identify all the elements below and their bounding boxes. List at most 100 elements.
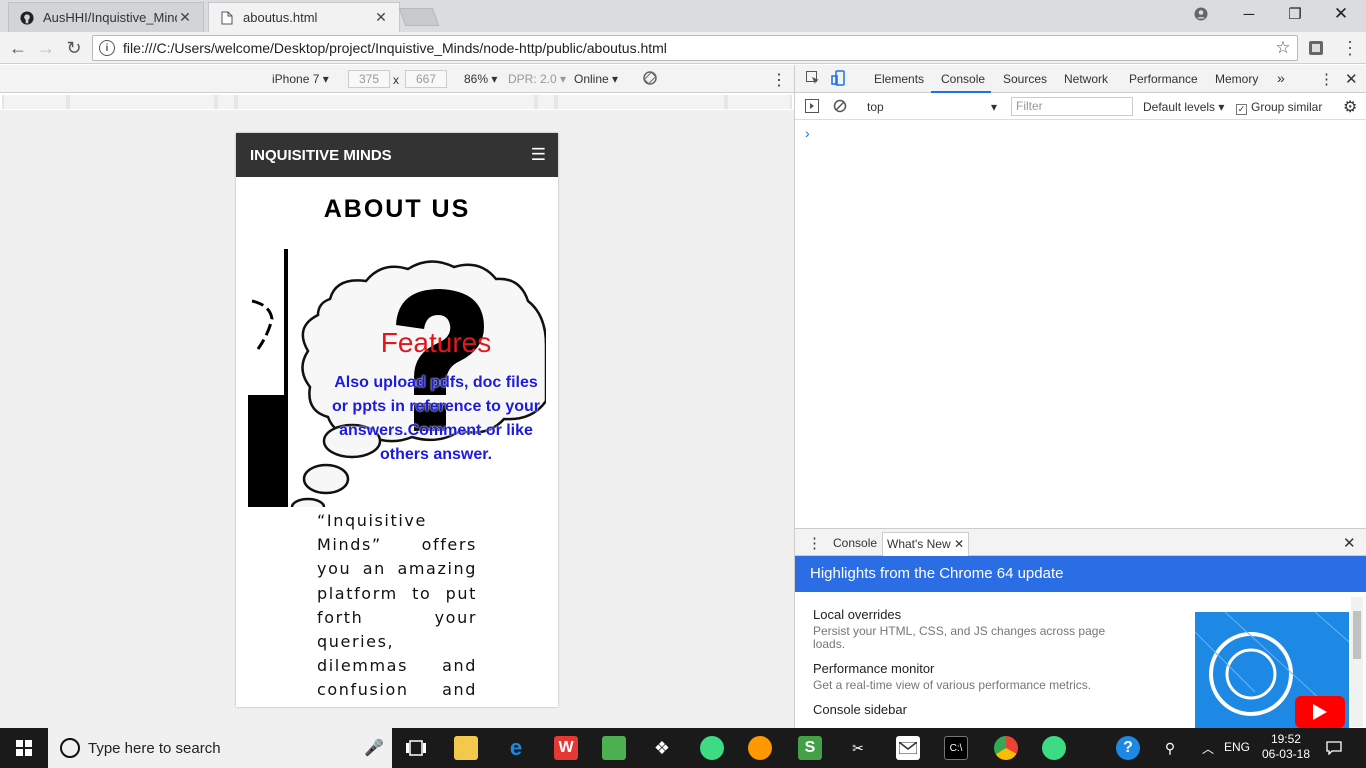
language-indicator[interactable]: ENG (1224, 740, 1250, 754)
drawer-close-icon[interactable]: ✕ (1343, 534, 1356, 552)
sublime-icon[interactable]: S (798, 736, 822, 760)
tab-elements[interactable]: Elements (874, 72, 924, 86)
close-icon[interactable]: ✕ (373, 9, 389, 26)
chevron-up-icon[interactable]: ︿ (1196, 736, 1220, 760)
chrome-icon[interactable] (994, 736, 1018, 760)
command-prompt-icon[interactable]: C:\ (944, 736, 968, 760)
clear-console-icon[interactable] (833, 99, 847, 116)
mail-icon[interactable] (896, 736, 920, 760)
tab-aboutus[interactable]: aboutus.html ✕ (208, 2, 400, 32)
tab-network[interactable]: Network (1064, 72, 1108, 86)
tab-console[interactable]: Console (941, 72, 985, 86)
dpr-select[interactable]: DPR: 2.0 ▾ (508, 72, 566, 86)
devtools-drawer: ⋮ Console What's New ✕ ✕ Highlights from… (795, 528, 1366, 729)
drawer-menu-icon[interactable]: ⋮ (807, 534, 822, 552)
atom-editor-icon[interactable] (1042, 736, 1066, 760)
cortana-icon (60, 738, 80, 758)
site-navbar: INQUISITIVE MINDS ☰ (236, 133, 558, 177)
network-select[interactable]: Online ▾ (574, 72, 618, 86)
more-tabs-button[interactable]: » (1277, 70, 1285, 86)
help-icon[interactable]: ? (1116, 736, 1140, 760)
tab-sources[interactable]: Sources (1003, 72, 1047, 86)
windows-start-icon[interactable] (12, 736, 36, 760)
minimize-icon[interactable]: ─ (1226, 0, 1272, 28)
tab-label: aboutus.html (243, 10, 318, 25)
console-settings-gear-icon[interactable]: ⚙ (1343, 97, 1357, 117)
forward-arrow-icon[interactable]: → (34, 36, 58, 60)
feature-description: Also upload pdfs, doc files or ppts in r… (331, 374, 541, 463)
active-tab-indicator (931, 91, 991, 93)
window-close-icon[interactable]: ✕ (1318, 0, 1364, 28)
list-item[interactable]: Performance monitor Get a real-time view… (813, 661, 1133, 692)
greenshot-icon[interactable] (602, 736, 626, 760)
media-query-ruler (2, 95, 792, 109)
back-arrow-icon[interactable]: ← (6, 36, 30, 60)
restore-icon[interactable]: ❐ (1272, 0, 1318, 28)
windows-taskbar: Type here to search 🎤 e W ❖ S ✂ C:\ ? ⚲ … (0, 728, 1366, 768)
browser-toolbar: ← → ↻ i file:///C:/Users/welcome/Desktop… (0, 32, 1366, 64)
tab-github[interactable]: AusHHI/Inquistive_Minds ✕ (8, 2, 204, 32)
width-input[interactable]: 375 (348, 70, 390, 88)
dimension-separator: x (393, 73, 399, 87)
inspect-element-icon[interactable] (805, 70, 821, 89)
devtools-panel: Elements Console Sources Network Perform… (794, 65, 1366, 729)
atom-editor-icon[interactable] (700, 736, 724, 760)
whats-new-list: Local overrides Persist your HTML, CSS, … (813, 607, 1133, 727)
address-bar[interactable]: i file:///C:/Users/welcome/Desktop/proje… (92, 35, 1298, 61)
device-toggle-icon[interactable] (831, 70, 847, 89)
wps-office-icon[interactable]: W (554, 736, 578, 760)
device-toolbar: iPhone 7 ▾ 375 x 667 86% ▾ DPR: 2.0 ▾ On… (0, 65, 794, 93)
dropbox-icon[interactable]: ❖ (650, 736, 674, 760)
hamburger-menu-icon[interactable]: ☰ (531, 145, 546, 165)
list-item[interactable]: Local overrides Persist your HTML, CSS, … (813, 607, 1133, 651)
snipping-tool-icon[interactable]: ✂ (846, 736, 870, 760)
console-prompt[interactable]: › (805, 125, 810, 141)
browser-menu-icon[interactable]: ⋮ (1338, 36, 1362, 60)
devtools-close-icon[interactable]: ✕ (1345, 70, 1358, 88)
tab-strip: AusHHI/Inquistive_Minds ✕ aboutus.html ✕… (0, 0, 1366, 32)
group-similar-checkbox[interactable]: ✓ Group similar (1236, 100, 1322, 115)
rotate-icon[interactable] (642, 70, 658, 89)
drawer-tab-console[interactable]: Console (833, 536, 877, 550)
tab-label: AusHHI/Inquistive_Minds (43, 10, 177, 25)
notification-icon[interactable] (1322, 736, 1346, 760)
console-filter-input[interactable]: Filter (1011, 97, 1133, 116)
page-title: ABOUT US (323, 195, 471, 223)
taskbar-search-input[interactable]: Type here to search 🎤 (48, 728, 392, 768)
log-levels-select[interactable]: Default levels ▾ (1143, 100, 1224, 114)
reload-icon[interactable]: ↻ (62, 36, 86, 60)
site-brand[interactable]: INQUISITIVE MINDS (250, 147, 392, 164)
media-player-icon[interactable] (748, 736, 772, 760)
drawer-tab-whats-new[interactable]: What's New ✕ (882, 532, 970, 556)
task-view-icon[interactable] (404, 736, 428, 760)
devtools-tabbar: Elements Console Sources Network Perform… (795, 65, 1366, 93)
list-item[interactable]: Console sidebar (813, 702, 1133, 717)
tab-memory[interactable]: Memory (1215, 72, 1258, 86)
device-options-icon[interactable]: ⋮ (771, 70, 787, 90)
scrollbar[interactable] (1351, 597, 1363, 727)
height-input[interactable]: 667 (405, 70, 447, 88)
file-explorer-icon[interactable] (454, 736, 478, 760)
devtools-menu-icon[interactable]: ⋮ (1319, 70, 1334, 88)
close-icon[interactable]: ✕ (177, 9, 193, 26)
microphone-icon[interactable]: 🎤 (364, 738, 384, 758)
file-icon (219, 10, 235, 26)
new-tab-button[interactable] (398, 8, 440, 26)
context-select[interactable]: top ▾ (861, 98, 1001, 116)
whats-new-header: Highlights from the Chrome 64 update (795, 556, 1366, 592)
profile-icon[interactable] (1178, 0, 1224, 28)
github-icon (19, 10, 35, 26)
system-clock[interactable]: 19:52 06-03-18 (1262, 732, 1310, 762)
mobile-page: INQUISITIVE MINDS ☰ ABOUT US Features Al… (236, 133, 558, 707)
bookmark-star-icon[interactable]: ☆ (1269, 38, 1297, 58)
info-icon[interactable]: i (99, 40, 115, 56)
url-text: file:///C:/Users/welcome/Desktop/project… (123, 40, 667, 56)
extension-icon[interactable] (1304, 36, 1328, 60)
device-select[interactable]: iPhone 7 ▾ (272, 72, 329, 86)
tab-performance[interactable]: Performance (1129, 72, 1198, 86)
sidebar-toggle-icon[interactable] (805, 99, 819, 116)
people-icon[interactable]: ⚲ (1158, 736, 1182, 760)
video-thumbnail-image[interactable] (1195, 612, 1349, 729)
edge-browser-icon[interactable]: e (504, 735, 528, 760)
zoom-select[interactable]: 86% ▾ (464, 72, 497, 86)
